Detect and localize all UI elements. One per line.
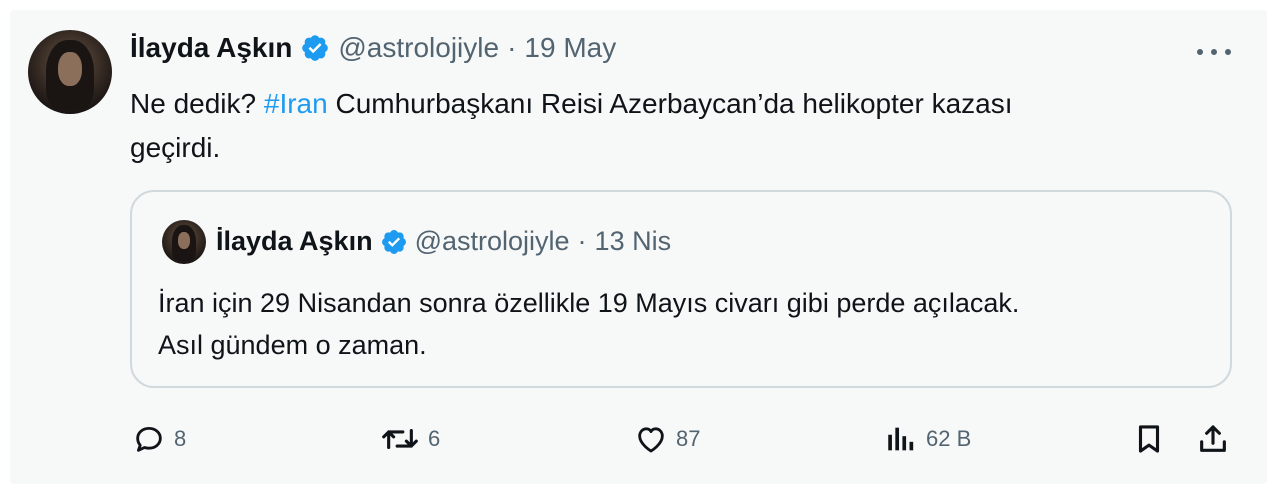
repost-button[interactable]: 6 [380, 422, 440, 456]
repost-count: 6 [428, 426, 441, 451]
views-button[interactable]: 62 B [884, 422, 971, 456]
tweet-text-line1: Ne dedik? #Iran Cumhurbaşkanı Reisi Azer… [130, 82, 1210, 126]
like-button[interactable]: 87 [634, 422, 700, 456]
separator: · [577, 226, 587, 256]
quoted-author-name: İlayda Aşkın [216, 226, 373, 256]
tweet-date[interactable]: 19 May [524, 32, 616, 64]
views-count: 62 B [926, 426, 972, 451]
verified-badge-icon [381, 229, 406, 254]
like-count: 87 [676, 426, 701, 451]
reply-button[interactable]: 8 [132, 422, 186, 456]
avatar-face [58, 52, 82, 86]
bookmark-button[interactable] [1132, 422, 1166, 456]
quoted-text-line1: İran için 29 Nisandan sonra özellikle 19… [158, 288, 1020, 318]
hashtag-link[interactable]: #Iran [264, 88, 328, 119]
dot [1225, 49, 1231, 55]
quoted-handle: @astrolojiyle [414, 226, 570, 256]
avatar-face [178, 232, 190, 249]
author-handle[interactable]: @astrolojiyle [338, 32, 499, 64]
quoted-date: 13 Nis [594, 226, 672, 256]
reply-icon [136, 426, 162, 452]
tweet-header: İlayda Aşkın @astrolojiyle · 19 May [130, 32, 616, 64]
dot [1197, 49, 1203, 55]
bookmark-icon [1138, 425, 1160, 453]
share-button[interactable] [1196, 422, 1230, 456]
quoted-text-line2: Asıl gündem o zaman. [158, 330, 427, 360]
views-chart-icon [888, 427, 914, 451]
quoted-tweet[interactable]: İlayda Aşkın @astrolojiyle · 13 Nis İran… [130, 190, 1232, 388]
heart-icon [638, 427, 664, 453]
author-name[interactable]: İlayda Aşkın [130, 32, 292, 64]
tweet-text-prefix: Ne dedik? [130, 88, 264, 119]
tweet-text-line2: geçirdi. [130, 132, 221, 163]
quoted-text: İran için 29 Nisandan sonra özellikle 19… [158, 282, 1218, 366]
quoted-header: İlayda Aşkın @astrolojiyle · 13 Nis [216, 226, 671, 257]
share-icon [1200, 425, 1226, 452]
dot [1211, 49, 1217, 55]
verified-badge-icon [302, 35, 329, 61]
separator: · [507, 32, 517, 63]
quoted-avatar [162, 220, 206, 264]
reply-count: 8 [174, 426, 187, 451]
tweet-text-rest: Cumhurbaşkanı Reisi Azerbaycan’da heliko… [327, 88, 1013, 119]
action-bar: 8 6 87 62 B [0, 418, 1278, 462]
tweet-text: Ne dedik? #Iran Cumhurbaşkanı Reisi Azer… [130, 82, 1210, 170]
avatar[interactable] [28, 30, 112, 114]
repost-icon [382, 428, 418, 450]
more-dots-icon[interactable] [1197, 42, 1231, 62]
